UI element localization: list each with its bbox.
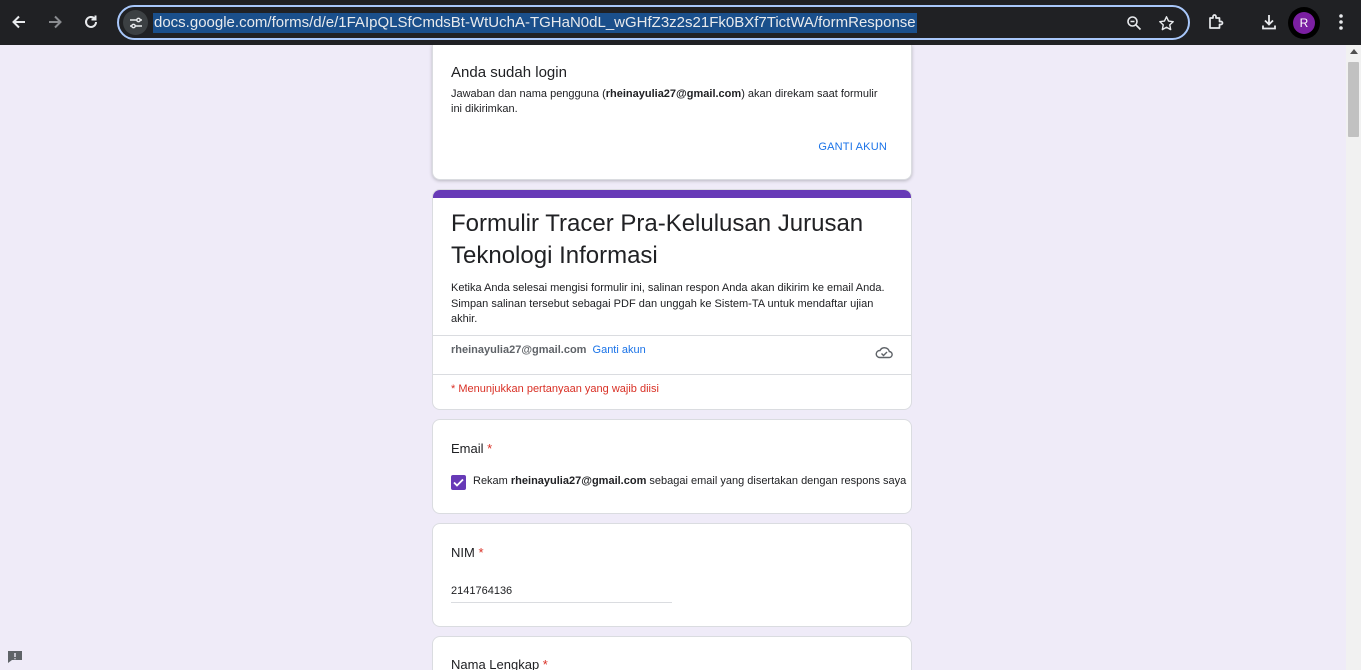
- required-star: *: [487, 441, 493, 456]
- question-card-email: Email * Rekam rheinayulia27@gmail.com se…: [432, 419, 912, 514]
- address-bar[interactable]: docs.google.com/forms/d/e/1FAIpQLSfCmdsB…: [117, 5, 1190, 40]
- question-card-nim: NIM * 2141764136: [432, 523, 912, 627]
- header-accent-band: [433, 190, 911, 198]
- login-title: Anda sudah login: [451, 64, 567, 81]
- scrollbar-thumb[interactable]: [1348, 62, 1359, 137]
- form-description: Ketika Anda selesai mengisi formulir ini…: [451, 282, 885, 325]
- divider: [433, 374, 911, 375]
- form-header-card: Formulir Tracer Pra-Kelulusan Jurusan Te…: [432, 189, 912, 410]
- switch-account-button[interactable]: GANTI AKUN: [818, 141, 887, 153]
- question-label-nim: NIM *: [451, 545, 484, 560]
- download-icon[interactable]: [1257, 10, 1281, 34]
- browser-toolbar: docs.google.com/forms/d/e/1FAIpQLSfCmdsB…: [0, 0, 1361, 45]
- divider: [433, 335, 911, 336]
- extensions-icon[interactable]: [1204, 10, 1228, 34]
- url-text[interactable]: docs.google.com/forms/d/e/1FAIpQLSfCmdsB…: [153, 13, 917, 33]
- scroll-up-arrow-icon[interactable]: [1350, 49, 1358, 54]
- login-notice-card: Anda sudah login Jawaban dan nama penggu…: [432, 45, 912, 180]
- login-email: rheinayulia27@gmail.com: [605, 88, 742, 100]
- login-description: Jawaban dan nama pengguna (rheinayulia27…: [451, 88, 878, 115]
- required-star: *: [478, 545, 484, 560]
- reload-icon[interactable]: [79, 10, 103, 34]
- forward-arrow-icon[interactable]: [43, 10, 67, 34]
- account-email: rheinayulia27@gmail.com: [451, 344, 587, 356]
- bookmark-star-icon[interactable]: [1156, 13, 1176, 33]
- nim-input[interactable]: 2141764136: [451, 583, 672, 603]
- cloud-saved-icon[interactable]: [875, 345, 893, 359]
- required-star: *: [542, 657, 548, 670]
- profile-initial: R: [1293, 12, 1315, 34]
- question-card-nama-lengkap: Nama Lengkap *: [432, 636, 912, 670]
- report-feedback-icon[interactable]: [7, 650, 23, 664]
- profile-avatar[interactable]: R: [1288, 7, 1320, 39]
- account-row: rheinayulia27@gmail.com Ganti akun: [451, 344, 646, 356]
- required-note: * Menunjukkan pertanyaan yang wajib diis…: [451, 383, 659, 395]
- record-email-label[interactable]: Rekam rheinayulia27@gmail.com sebagai em…: [473, 475, 906, 487]
- form-title: Formulir Tracer Pra-Kelulusan Jurusan Te…: [451, 210, 864, 269]
- page-scrollbar[interactable]: [1346, 45, 1361, 670]
- menu-kebab-icon[interactable]: [1329, 10, 1353, 34]
- zoom-icon[interactable]: [1124, 13, 1144, 33]
- site-info-icon[interactable]: [123, 10, 148, 35]
- back-arrow-icon[interactable]: [7, 10, 31, 34]
- question-label-email: Email *: [451, 441, 493, 456]
- question-label-nama-lengkap: Nama Lengkap *: [451, 657, 548, 670]
- record-email-checkbox[interactable]: [451, 475, 466, 490]
- switch-account-link[interactable]: Ganti akun: [593, 344, 646, 356]
